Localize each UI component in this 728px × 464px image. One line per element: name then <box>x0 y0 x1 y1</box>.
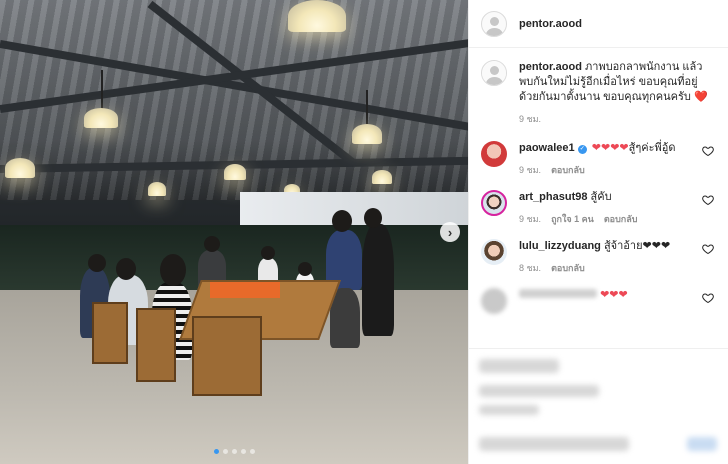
ceiling-lamp <box>372 170 392 184</box>
commenter-avatar[interactable] <box>481 141 507 167</box>
caption: pentor.aood ภาพบอกลาพนักงาน แล้วพบกันใหม… <box>481 60 716 127</box>
ceiling-lamp <box>5 158 35 178</box>
next-slide-button[interactable]: › <box>440 222 460 242</box>
commenter-avatar[interactable] <box>481 239 507 265</box>
verified-badge-icon: ✓ <box>577 145 587 154</box>
comment-item-blurred: ❤❤❤ <box>481 288 716 314</box>
caption-time[interactable]: 9 ชม. <box>519 112 541 127</box>
carousel-dot[interactable] <box>250 449 255 454</box>
chevron-right-icon: › <box>447 224 453 240</box>
caption-meta: 9 ชม. <box>519 112 716 127</box>
carousel-dot-active[interactable] <box>214 449 219 454</box>
ceiling-lamp <box>84 108 118 128</box>
heart-outline-icon[interactable] <box>702 194 714 206</box>
commenter-avatar[interactable] <box>481 190 507 216</box>
comment-meta: 9 ชม. ตอบกลับ <box>519 163 709 178</box>
wooden-chair <box>92 302 128 364</box>
post-actions-blurred <box>469 348 728 464</box>
author-avatar[interactable] <box>481 10 507 37</box>
blurred-date <box>479 405 539 415</box>
post-header: pentor.aood <box>469 0 728 48</box>
blurred-actions <box>479 359 559 373</box>
reply-button[interactable]: ตอบกลับ <box>551 261 585 276</box>
ceiling-lamp <box>148 182 166 196</box>
blurred-likes <box>479 385 599 397</box>
comment-item: paowalee1 ✓ ❤❤❤❤สู้ๆค่ะพี่อู้ด 9 ชม. ตอบ… <box>481 141 716 178</box>
carousel-dots <box>214 449 255 454</box>
background-sign <box>240 192 468 226</box>
post-side-panel: pentor.aood pentor.aood ภาพบอกลาพนักงาน … <box>468 0 728 464</box>
comment-hearts: ❤❤❤❤ <box>591 142 629 154</box>
blurred-username <box>519 289 597 298</box>
comment-time[interactable]: 8 ชม. <box>519 261 541 276</box>
author-username[interactable]: pentor.aood <box>519 18 582 30</box>
comment-username[interactable]: lulu_lizzyduang <box>519 240 601 252</box>
caption-username[interactable]: pentor.aood <box>519 61 582 73</box>
comment-meta: 9 ชม. ถูกใจ 1 คน ตอบกลับ <box>519 212 709 227</box>
person <box>362 224 394 336</box>
ceiling-lamp <box>352 124 382 144</box>
commenter-avatar-blurred[interactable] <box>481 288 507 314</box>
post-photo[interactable]: › <box>0 0 468 464</box>
comment-text: ❤❤❤ <box>600 289 628 301</box>
ceiling-lamp <box>288 0 346 32</box>
comment-username[interactable]: art_phasut98 <box>519 191 587 203</box>
heart-outline-icon[interactable] <box>702 243 714 255</box>
carousel-dot[interactable] <box>223 449 228 454</box>
wooden-chair <box>136 308 176 382</box>
carousel-dot[interactable] <box>241 449 246 454</box>
wooden-chair <box>192 316 262 396</box>
blurred-comment-input[interactable] <box>479 437 629 451</box>
reply-button[interactable]: ตอบกลับ <box>604 212 638 227</box>
caption-emoji: ❤️ <box>693 91 708 103</box>
comment-meta: 8 ชม. ตอบกลับ <box>519 261 709 276</box>
comment-time[interactable]: 9 ชม. <box>519 163 541 178</box>
comment-likes[interactable]: ถูกใจ 1 คน <box>551 212 594 227</box>
blurred-post-button[interactable] <box>687 437 717 451</box>
comment-time[interactable]: 9 ชม. <box>519 212 541 227</box>
comment-text: สู้ๆค่ะพี่อู้ด <box>628 142 676 154</box>
food-boxes <box>210 282 280 298</box>
carousel-dot[interactable] <box>232 449 237 454</box>
comment-text: สู้จ้าอ้าย❤❤❤ <box>603 240 671 252</box>
comment-item: art_phasut98 สู้คับ 9 ชม. ถูกใจ 1 คน ตอบ… <box>481 190 716 227</box>
ceiling-lamp <box>224 164 246 180</box>
heart-outline-icon[interactable] <box>702 292 714 304</box>
comment-username[interactable]: paowalee1 <box>519 142 575 154</box>
reply-button[interactable]: ตอบกลับ <box>551 163 585 178</box>
comment-list: pentor.aood ภาพบอกลาพนักงาน แล้วพบกันใหม… <box>469 48 728 314</box>
comment-text: สู้คับ <box>590 191 612 203</box>
comment-item: lulu_lizzyduang สู้จ้าอ้าย❤❤❤ 8 ชม. ตอบก… <box>481 239 716 276</box>
heart-outline-icon[interactable] <box>702 145 714 157</box>
caption-avatar[interactable] <box>481 60 507 86</box>
